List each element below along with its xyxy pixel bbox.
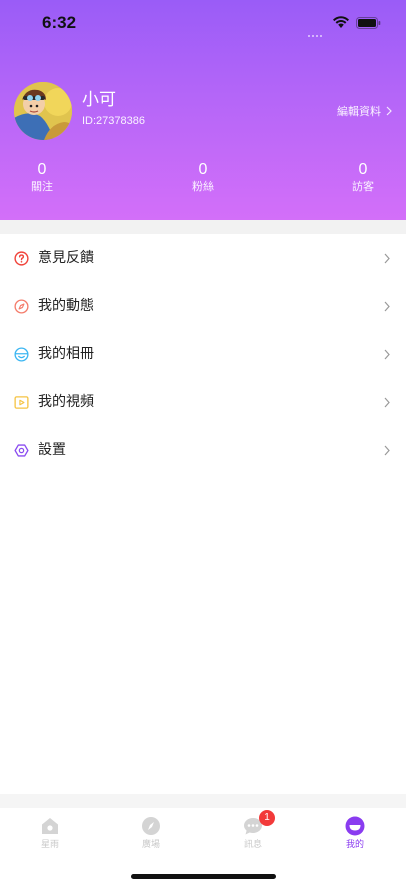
avatar-image <box>14 82 72 140</box>
menu-list: 意見反饋 我的動態 我的相冊 我的視頻 設置 <box>0 234 406 474</box>
question-icon <box>14 251 29 266</box>
menu-item-my-videos[interactable]: 我的視頻 <box>0 378 406 426</box>
stat-fans-label: 粉絲 <box>192 180 214 193</box>
section-divider <box>0 220 406 234</box>
home-indicator <box>131 874 276 879</box>
edit-profile-label: 編輯資料 <box>337 105 381 118</box>
tab-messages[interactable]: 1 訊息 <box>223 810 283 851</box>
compass-icon <box>142 817 160 835</box>
tab-me[interactable]: 我的 <box>325 816 385 851</box>
chevron-right-icon <box>386 106 392 116</box>
profile-screen: 6:32 小可 ID:27378386 編輯資料 0 關注 0 粉絲 0 訪客 … <box>0 0 406 888</box>
stat-following[interactable]: 0 關注 <box>12 160 72 194</box>
signal-icon <box>308 22 326 37</box>
tab-home[interactable]: 星雨 <box>20 816 80 851</box>
home-icon <box>42 818 58 834</box>
tab-bar: 星雨 廣場 1 訊息 我的 <box>0 808 406 858</box>
menu-item-settings[interactable]: 設置 <box>0 426 406 474</box>
tab-label: 星雨 <box>40 840 59 850</box>
menu-item-feedback[interactable]: 意見反饋 <box>0 234 406 282</box>
menu-item-label: 我的視頻 <box>38 394 94 410</box>
stat-visitors-count: 0 <box>358 161 368 178</box>
stat-fans[interactable]: 0 粉絲 <box>173 160 233 194</box>
tabbar-divider <box>0 794 406 808</box>
chevron-right-icon <box>384 397 390 408</box>
user-id: ID:27378386 <box>82 115 145 127</box>
play-icon <box>14 396 29 409</box>
menu-item-my-posts[interactable]: 我的動態 <box>0 282 406 330</box>
profile-header: 6:32 小可 ID:27378386 編輯資料 0 關注 0 粉絲 0 訪客 <box>0 0 406 220</box>
menu-item-label: 設置 <box>38 442 66 458</box>
compass-icon <box>14 299 29 314</box>
chevron-right-icon <box>384 445 390 456</box>
stat-fans-count: 0 <box>198 161 208 178</box>
edit-profile-button[interactable]: 編輯資料 <box>337 103 392 119</box>
menu-item-label: 我的動態 <box>38 298 94 314</box>
menu-item-label: 我的相冊 <box>38 346 94 362</box>
chevron-right-icon <box>384 253 390 264</box>
settings-icon <box>14 444 29 457</box>
chevron-right-icon <box>384 349 390 360</box>
status-bar: 6:32 <box>0 0 406 44</box>
username: 小可 <box>82 90 116 110</box>
profile-icon <box>345 816 365 836</box>
stat-following-count: 0 <box>37 161 47 178</box>
unread-badge: 1 <box>259 810 275 826</box>
tab-label: 廣場 <box>141 840 160 850</box>
tab-square[interactable]: 廣場 <box>121 816 181 851</box>
battery-icon <box>356 17 381 29</box>
stat-following-label: 關注 <box>31 180 53 193</box>
wifi-icon <box>333 16 349 28</box>
smile-icon <box>14 347 29 362</box>
status-time: 6:32 <box>42 13 77 32</box>
tab-label: 我的 <box>345 840 364 850</box>
menu-item-label: 意見反饋 <box>38 250 94 266</box>
stat-visitors[interactable]: 0 訪客 <box>333 160 393 194</box>
avatar[interactable] <box>14 82 72 140</box>
menu-item-my-album[interactable]: 我的相冊 <box>0 330 406 378</box>
tab-label: 訊息 <box>243 840 262 850</box>
stat-visitors-label: 訪客 <box>352 180 374 193</box>
chevron-right-icon <box>384 301 390 312</box>
